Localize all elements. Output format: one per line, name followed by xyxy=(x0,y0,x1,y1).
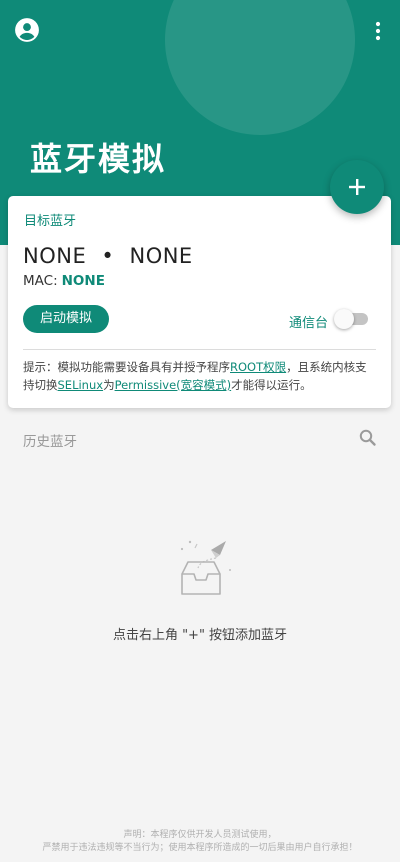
history-section-title: 历史蓝牙 xyxy=(23,434,77,450)
console-label: 通信台 xyxy=(289,316,329,331)
permissive-link[interactable]: Permissive(宽容模式) xyxy=(115,378,232,392)
mac-row: MAC: NONE xyxy=(23,273,105,289)
bluetooth-watermark-icon xyxy=(165,0,355,135)
device-name: NONE • NONE xyxy=(23,244,193,268)
mac-value: NONE xyxy=(61,273,105,289)
tip-part-4: 才能得以运行。 xyxy=(231,378,312,392)
tip-part-1: 提示：模拟功能需要设备具有并授予程序 xyxy=(23,360,230,374)
mac-label: MAC: xyxy=(23,273,58,289)
disclaimer-line-2: 严禁用于违法违规等不当行为；使用本程序所造成的一切后果由用户自行承担！ xyxy=(42,843,358,853)
empty-state-text: 点击右上角 "+" 按钮添加蓝牙 xyxy=(112,628,288,643)
device-name-value: NONE xyxy=(23,244,87,268)
root-permission-link[interactable]: ROOT权限 xyxy=(230,360,286,374)
divider xyxy=(23,349,376,350)
add-bluetooth-button[interactable] xyxy=(330,160,384,214)
toggle-thumb xyxy=(334,309,354,329)
tip-text: 提示：模拟功能需要设备具有并授予程序ROOT权限，且系统内核支持切换SELinu… xyxy=(23,358,378,394)
overflow-menu-button[interactable] xyxy=(366,17,390,45)
account-button[interactable] xyxy=(14,17,40,43)
account-circle-icon xyxy=(15,18,39,42)
tip-part-3: 为 xyxy=(103,378,115,392)
target-bluetooth-card: 目标蓝牙 NONE • NONE MAC: NONE 启动模拟 通信台 提示：模拟… xyxy=(8,196,391,408)
add-icon xyxy=(349,179,365,195)
disclaimer-line-1: 声明：本程序仅供开发人员测试使用， xyxy=(123,830,277,840)
empty-inbox-icon xyxy=(180,540,231,595)
selinux-link[interactable]: SELinux xyxy=(58,378,104,392)
history-search-button[interactable] xyxy=(358,428,378,448)
more-vert-icon xyxy=(375,21,381,41)
disclaimer: 声明：本程序仅供开发人员测试使用， 严禁用于违法违规等不当行为；使用本程序所造成… xyxy=(0,829,400,855)
page-title: 蓝牙模拟 xyxy=(30,140,167,178)
console-toggle[interactable] xyxy=(334,309,368,329)
search-icon xyxy=(359,429,376,446)
device-type-value: NONE xyxy=(129,244,193,268)
start-simulation-button[interactable]: 启动模拟 xyxy=(23,305,109,333)
card-label: 目标蓝牙 xyxy=(24,214,77,229)
name-separator: • xyxy=(101,244,115,268)
